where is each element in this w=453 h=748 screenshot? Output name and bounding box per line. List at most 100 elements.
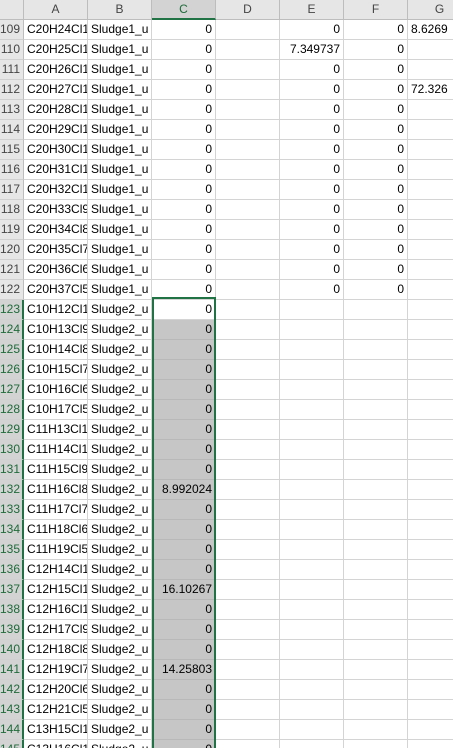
cell-a[interactable]: C10H16Cl6 (24, 380, 88, 400)
cell-g[interactable] (408, 480, 453, 500)
cell-b[interactable]: Sludge1_u (88, 80, 152, 100)
cell-e[interactable] (280, 520, 344, 540)
row-header[interactable]: 115 (0, 140, 24, 160)
cell-g[interactable] (408, 440, 453, 460)
row-header[interactable]: 131 (0, 460, 24, 480)
cell-g[interactable] (408, 340, 453, 360)
row-header[interactable]: 126 (0, 360, 24, 380)
cell-f[interactable]: 0 (344, 280, 408, 300)
cell-f[interactable]: 0 (344, 60, 408, 80)
cell-e[interactable] (280, 440, 344, 460)
cell-b[interactable]: Sludge1_u (88, 100, 152, 120)
cell-g[interactable] (408, 420, 453, 440)
cell-c[interactable]: 0 (152, 280, 216, 300)
cell-f[interactable]: 0 (344, 240, 408, 260)
cell-f[interactable] (344, 440, 408, 460)
cell-d[interactable] (216, 380, 280, 400)
cell-d[interactable] (216, 200, 280, 220)
cell-d[interactable] (216, 560, 280, 580)
cell-e[interactable] (280, 340, 344, 360)
cell-e[interactable] (280, 420, 344, 440)
cell-a[interactable]: C13H16Cl1 (24, 740, 88, 748)
cell-a[interactable]: C20H31Cl1 (24, 160, 88, 180)
cell-b[interactable]: Sludge2_u (88, 620, 152, 640)
cell-d[interactable] (216, 120, 280, 140)
cell-f[interactable] (344, 400, 408, 420)
cell-c[interactable]: 0 (152, 740, 216, 748)
cell-f[interactable] (344, 520, 408, 540)
cell-f[interactable] (344, 720, 408, 740)
cell-a[interactable]: C10H13Cl9 (24, 320, 88, 340)
cell-d[interactable] (216, 600, 280, 620)
cell-a[interactable]: C20H27Cl1 (24, 80, 88, 100)
cell-b[interactable]: Sludge2_u (88, 420, 152, 440)
cell-b[interactable]: Sludge2_u (88, 600, 152, 620)
cell-c[interactable]: 0 (152, 300, 216, 320)
cell-d[interactable] (216, 40, 280, 60)
cell-d[interactable] (216, 180, 280, 200)
cell-c[interactable]: 8.992024 (152, 480, 216, 500)
cell-c[interactable]: 0 (152, 400, 216, 420)
cell-f[interactable] (344, 660, 408, 680)
cell-b[interactable]: Sludge2_u (88, 740, 152, 748)
row-header[interactable]: 118 (0, 200, 24, 220)
cell-e[interactable]: 0 (280, 140, 344, 160)
cell-g[interactable] (408, 680, 453, 700)
row-header[interactable]: 122 (0, 280, 24, 300)
cell-a[interactable]: C11H19Cl5 (24, 540, 88, 560)
cell-d[interactable] (216, 500, 280, 520)
cell-b[interactable]: Sludge2_u (88, 560, 152, 580)
cell-c[interactable]: 0 (152, 240, 216, 260)
cell-f[interactable] (344, 480, 408, 500)
cell-c[interactable]: 0 (152, 520, 216, 540)
cell-e[interactable]: 0 (280, 240, 344, 260)
cell-d[interactable] (216, 420, 280, 440)
cell-c[interactable]: 14.25803 (152, 660, 216, 680)
row-header[interactable]: 114 (0, 120, 24, 140)
cell-b[interactable]: Sludge2_u (88, 400, 152, 420)
cell-d[interactable] (216, 540, 280, 560)
cell-e[interactable] (280, 320, 344, 340)
cell-a[interactable]: C20H28Cl1 (24, 100, 88, 120)
cell-e[interactable] (280, 620, 344, 640)
cell-a[interactable]: C12H18Cl8 (24, 640, 88, 660)
cell-g[interactable] (408, 40, 453, 60)
cell-g[interactable] (408, 120, 453, 140)
cell-a[interactable]: C12H19Cl7 (24, 660, 88, 680)
cell-b[interactable]: Sludge2_u (88, 440, 152, 460)
cell-a[interactable]: C20H37Cl5 (24, 280, 88, 300)
cell-a[interactable]: C20H30Cl1 (24, 140, 88, 160)
cell-c[interactable]: 0 (152, 20, 216, 40)
cell-d[interactable] (216, 80, 280, 100)
cell-e[interactable]: 0 (280, 160, 344, 180)
cell-f[interactable] (344, 640, 408, 660)
cell-d[interactable] (216, 320, 280, 340)
row-header[interactable]: 143 (0, 700, 24, 720)
cell-e[interactable] (280, 540, 344, 560)
row-header[interactable]: 140 (0, 640, 24, 660)
cell-f[interactable]: 0 (344, 180, 408, 200)
row-header[interactable]: 119 (0, 220, 24, 240)
cell-d[interactable] (216, 660, 280, 680)
cell-e[interactable] (280, 580, 344, 600)
cell-e[interactable]: 0 (280, 180, 344, 200)
row-header[interactable]: 117 (0, 180, 24, 200)
row-header[interactable]: 121 (0, 260, 24, 280)
cell-b[interactable]: Sludge2_u (88, 520, 152, 540)
cell-c[interactable]: 0 (152, 360, 216, 380)
cell-g[interactable] (408, 620, 453, 640)
cell-c[interactable]: 0 (152, 540, 216, 560)
select-all-corner[interactable] (0, 0, 24, 20)
cell-c[interactable]: 0 (152, 420, 216, 440)
column-header-a[interactable]: A (24, 0, 88, 20)
cell-b[interactable]: Sludge1_u (88, 40, 152, 60)
row-header[interactable]: 132 (0, 480, 24, 500)
row-header[interactable]: 127 (0, 380, 24, 400)
cell-e[interactable] (280, 560, 344, 580)
cell-g[interactable] (408, 500, 453, 520)
column-header-d[interactable]: D (216, 0, 280, 20)
row-header[interactable]: 109 (0, 20, 24, 40)
cell-g[interactable] (408, 160, 453, 180)
cell-c[interactable]: 0 (152, 560, 216, 580)
column-header-f[interactable]: F (344, 0, 408, 20)
